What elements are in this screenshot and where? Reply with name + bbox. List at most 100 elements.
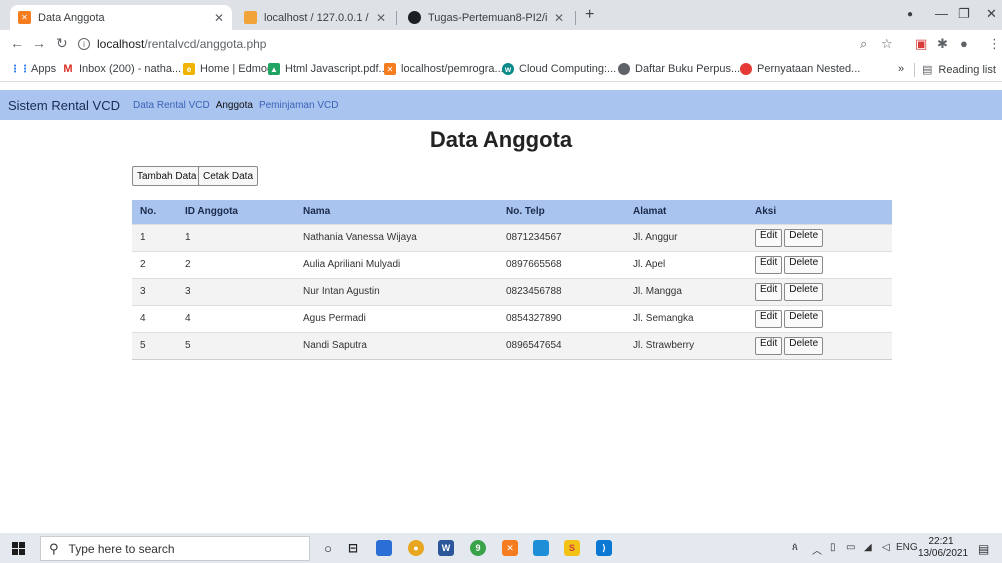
cell-aksi: Edit Delete (747, 331, 892, 360)
cell-nama: Agus Permadi (295, 304, 498, 332)
edit-button[interactable]: Edit (755, 336, 783, 355)
browser-tab-strip: ✕ Data Anggota ✕ localhost / 127.0.0.1 /… (0, 0, 1002, 30)
address-bar[interactable]: i localhost/rentalvcd/anggota.php (78, 33, 898, 55)
extension-pocket-icon[interactable]: ▣ (915, 36, 927, 52)
tab-phpmyadmin[interactable]: localhost / 127.0.0.1 / rental_vcd ✕ (236, 5, 394, 30)
reload-icon[interactable]: ↻ (56, 35, 68, 52)
cell-no: 2 (132, 250, 177, 278)
cell-no: 4 (132, 304, 177, 332)
nav-link-data-rental-vcd[interactable]: Data Rental VCD (133, 100, 210, 111)
edit-button[interactable]: Edit (755, 282, 783, 301)
app-icon[interactable] (533, 540, 549, 556)
vscode-icon[interactable]: ⟩ (596, 540, 612, 556)
gmail-icon: M (62, 63, 74, 75)
reading-list-icon: ▤ (922, 64, 933, 76)
search-icon: ⚲ (49, 540, 59, 556)
edit-button[interactable]: Edit (755, 309, 783, 328)
people-icon[interactable]: ጰ (792, 542, 798, 553)
sublime-text-icon[interactable]: S (564, 540, 580, 556)
word-icon[interactable]: W (438, 540, 454, 556)
column-header-no: No. (132, 200, 177, 224)
table-row: 4 4 Agus Permadi 0854327890 Jl. Semangka… (132, 304, 892, 332)
cell-alamat: Jl. Semangka (625, 304, 747, 332)
close-tab-icon[interactable]: ✕ (376, 11, 386, 25)
column-header-aksi: Aksi (747, 200, 892, 224)
close-tab-icon[interactable]: ✕ (214, 11, 224, 25)
forward-arrow-icon[interactable]: → (32, 35, 46, 51)
xampp-favicon-icon: ✕ (18, 11, 31, 24)
cell-no: 3 (132, 277, 177, 305)
cortana-icon[interactable]: ○ (320, 540, 336, 556)
profile-avatar[interactable]: ● (960, 36, 968, 51)
reading-list-button[interactable]: ▤ Reading list (922, 63, 996, 77)
bookmark-edmodo[interactable]: e Home | Edmodo (183, 63, 279, 75)
column-header-id-anggota: ID Anggota (177, 200, 295, 224)
cell-id: 4 (177, 304, 295, 332)
close-window-icon[interactable]: ✕ (986, 6, 997, 22)
zoom-icon[interactable]: ⌕ (860, 36, 867, 52)
task-view-icon[interactable]: ⊟ (345, 540, 361, 556)
bookmark-apps[interactable]: ⋮⋮ Apps (10, 63, 56, 75)
taskbar-search-box[interactable]: ⚲ Type here to search (40, 536, 310, 561)
bookmark-cloud-computing[interactable]: w Cloud Computing:... (502, 63, 616, 75)
xampp-icon[interactable]: ✕ (502, 540, 518, 556)
edmodo-icon: e (183, 63, 195, 75)
bookmark-gmail[interactable]: M Inbox (200) - natha... (62, 63, 181, 75)
cell-telp: 0896547654 (498, 331, 625, 360)
notification-center-icon[interactable]: ▤ (978, 542, 989, 556)
tab-github[interactable]: Tugas-Pertemuan8-PI2/index.php ✕ (400, 5, 572, 30)
tray-app-icon[interactable]: ▯ (830, 542, 836, 553)
cell-id: 2 (177, 250, 295, 278)
bookmark-label: localhost/pemrogra... (401, 63, 504, 75)
back-arrow-icon[interactable]: ← (10, 35, 24, 51)
tambah-data-button[interactable]: Tambah Data (132, 166, 202, 186)
table-header-row: No. ID Anggota Nama No. Telp Alamat Aksi (132, 200, 892, 224)
bookmark-star-icon[interactable]: ☆ (881, 36, 893, 52)
new-tab-button[interactable]: + (585, 7, 594, 23)
kebab-menu-icon[interactable]: ⋮ (988, 36, 1001, 52)
extensions-puzzle-icon[interactable]: ✱ (937, 36, 948, 52)
tab-search-icon[interactable]: ● (907, 9, 913, 20)
delete-button[interactable]: Delete (784, 336, 824, 355)
site-info-icon[interactable]: i (78, 38, 90, 50)
battery-icon[interactable]: ▭ (846, 542, 855, 553)
edit-button[interactable]: Edit (755, 255, 783, 274)
show-hidden-icons-chevron-icon[interactable]: ︿ (812, 542, 822, 557)
delete-button[interactable]: Delete (784, 228, 824, 247)
language-indicator[interactable]: ENG (896, 542, 918, 553)
nav-link-anggota[interactable]: Anggota (216, 100, 253, 111)
minimize-icon[interactable]: — (935, 6, 948, 21)
brand-title[interactable]: Sistem Rental VCD (8, 98, 120, 113)
tab-data-anggota[interactable]: ✕ Data Anggota ✕ (10, 5, 232, 30)
taskbar-search-placeholder: Type here to search (68, 541, 175, 556)
cell-nama: Nathania Vanessa Wijaya (295, 223, 498, 251)
maximize-icon[interactable]: ❐ (958, 6, 970, 22)
bookmark-drive-pdf[interactable]: ▲ Html Javascript.pdf... (268, 63, 388, 75)
delete-button[interactable]: Delete (784, 309, 824, 328)
chrome-icon[interactable]: ● (408, 540, 424, 556)
app-navbar: Sistem Rental VCD Data Rental VCD Anggot… (0, 90, 1002, 120)
bookmarks-overflow-button[interactable]: » (898, 63, 904, 75)
close-tab-icon[interactable]: ✕ (554, 11, 564, 25)
cell-id: 5 (177, 331, 295, 360)
bookmark-label: Inbox (200) - natha... (79, 63, 182, 75)
cell-id: 3 (177, 277, 295, 305)
file-explorer-icon[interactable] (376, 540, 392, 556)
delete-button[interactable]: Delete (784, 282, 824, 301)
bookmark-daftar-buku[interactable]: Daftar Buku Perpus... (618, 63, 740, 75)
cell-no: 5 (132, 331, 177, 360)
nav-link-peminjaman-vcd[interactable]: Peminjaman VCD (259, 100, 338, 111)
network-icon[interactable]: ◢ (864, 542, 872, 553)
bookmark-localhost[interactable]: ✕ localhost/pemrogra... (384, 63, 504, 75)
cetak-data-button[interactable]: Cetak Data (198, 166, 259, 186)
bookmark-label: Pernyataan Nested... (757, 63, 861, 75)
taskbar-clock[interactable]: 22:21 13/06/2021 (918, 536, 968, 560)
edit-button[interactable]: Edit (755, 228, 783, 247)
windows-start-icon[interactable] (12, 542, 25, 555)
delete-button[interactable]: Delete (784, 255, 824, 274)
column-header-nama: Nama (295, 200, 498, 224)
bookmark-pernyataan-nested[interactable]: Pernyataan Nested... (740, 63, 860, 75)
cell-alamat: Jl. Mangga (625, 277, 747, 305)
whatsapp-icon[interactable]: 9 (470, 540, 486, 556)
volume-icon[interactable]: ◁ (882, 542, 890, 553)
